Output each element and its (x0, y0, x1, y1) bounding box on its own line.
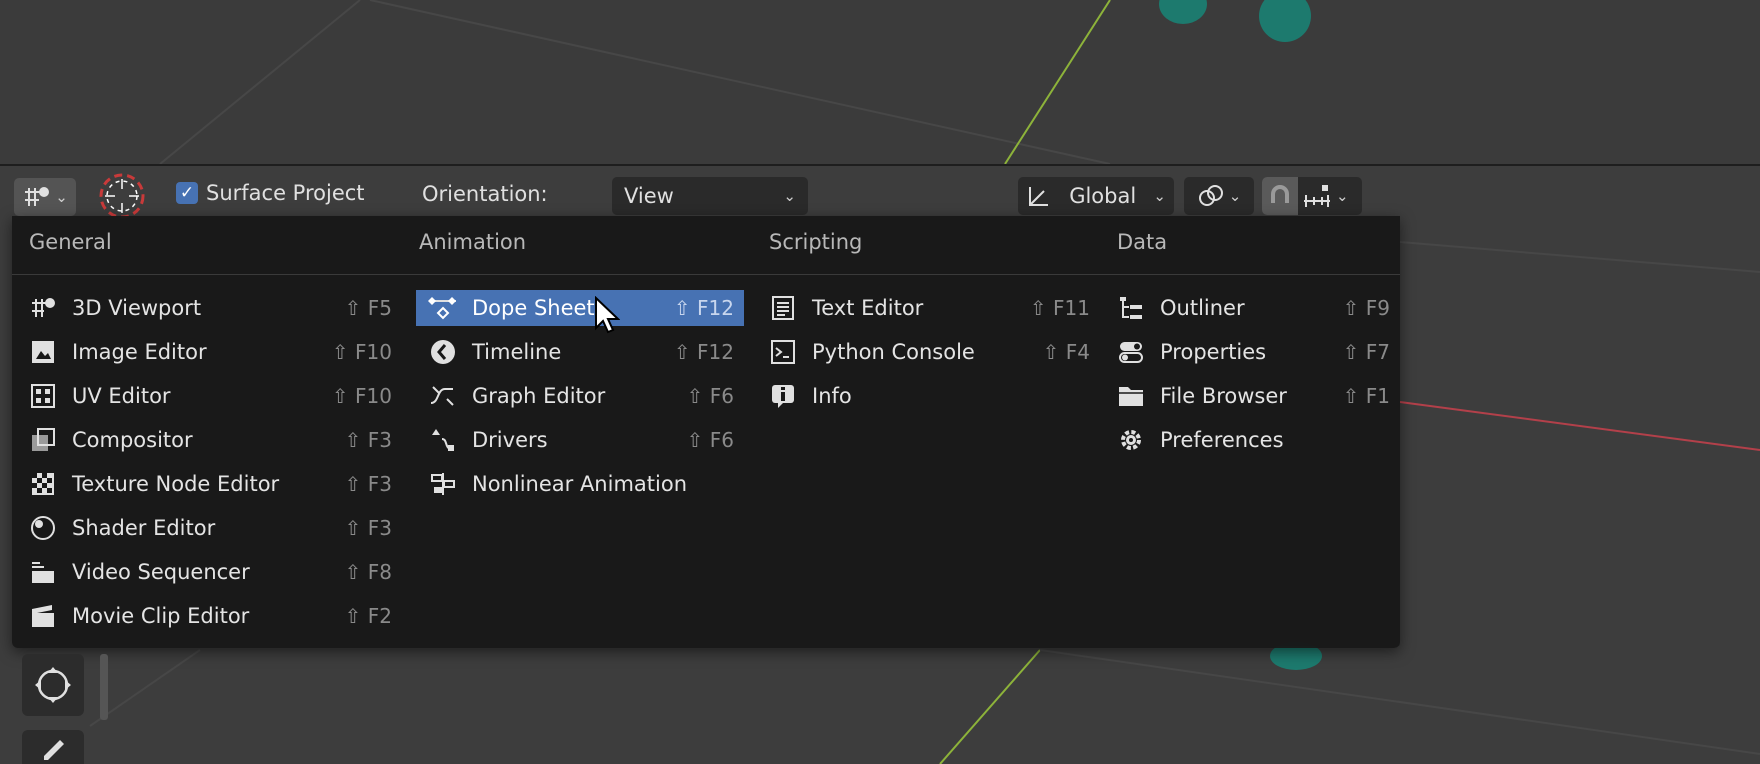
chevron-down-icon: ⌄ (1228, 187, 1242, 205)
column-heading: Data (1117, 230, 1168, 254)
menu-column-data: Data Outliner ⇧ F9 Properties ⇧ F7 File … (1100, 216, 1400, 452)
shader-editor-icon (28, 513, 58, 543)
viewport-3d-icon (28, 293, 58, 323)
chevron-down-icon: ⌄ (783, 187, 796, 205)
menu-item-dope-sheet[interactable]: Dope Sheet ⇧ F12 (416, 290, 744, 326)
drivers-icon (428, 425, 458, 455)
column-heading: Scripting (769, 230, 863, 254)
orientation-label: Orientation: (422, 182, 548, 206)
toolbar-scrollbar[interactable] (100, 654, 108, 720)
menu-item-info[interactable]: Info (752, 378, 1100, 414)
checkmark-icon: ✓ (176, 182, 198, 204)
transform-orientation-dropdown[interactable]: Global ⌄ (1018, 177, 1174, 215)
viewport-3d-icon (25, 187, 50, 206)
orientation-value: View (624, 184, 674, 208)
texture-node-icon (28, 469, 58, 499)
upper-3d-viewport[interactable] (0, 0, 1760, 166)
surface-project-label: Surface Project (206, 181, 365, 205)
nla-icon (428, 469, 458, 499)
transform-orientation-value: Global (1069, 184, 1137, 208)
timeline-icon (428, 337, 458, 367)
snap-controls[interactable]: ⌄ (1262, 177, 1362, 215)
video-sequencer-icon (28, 557, 58, 587)
menu-divider (12, 274, 1400, 275)
menu-item-file-browser[interactable]: File Browser ⇧ F1 (1100, 378, 1400, 414)
menu-column-scripting: Scripting Text Editor ⇧ F11 Python Conso… (752, 216, 1100, 408)
outliner-icon (1116, 293, 1146, 323)
movie-clip-icon (28, 601, 58, 631)
menu-item-uv-editor[interactable]: UV Editor ⇧ F10 (12, 378, 402, 414)
blender-window: ⌄ ✓ Surface Project Orientation: View ⌄ … (0, 0, 1760, 764)
upper-viewport-grid (159, 0, 1311, 164)
menu-item-3d-viewport[interactable]: 3D Viewport ⇧ F5 (12, 290, 402, 326)
pencil-icon (44, 740, 64, 760)
menu-item-text-editor[interactable]: Text Editor ⇧ F11 (752, 290, 1100, 326)
editor-type-menu: General 3D Viewport ⇧ F5 Image Editor ⇧ … (12, 216, 1400, 648)
graph-editor-icon (428, 381, 458, 411)
editor-type-button[interactable]: ⌄ (14, 178, 76, 216)
python-console-icon (768, 337, 798, 367)
chevron-down-icon: ⌄ (55, 188, 68, 206)
mouse-pointer-icon (595, 296, 620, 334)
menu-item-python-console[interactable]: Python Console ⇧ F4 (752, 334, 1100, 370)
menu-item-properties[interactable]: Properties ⇧ F7 (1100, 334, 1400, 370)
menu-column-animation: Animation Dope Sheet ⇧ F12 Timeline ⇧ F1… (402, 216, 752, 496)
bone-joint-shape (1159, 0, 1207, 24)
chevron-down-icon: ⌄ (1153, 187, 1166, 205)
annotate-tool-button[interactable] (22, 730, 84, 764)
uv-editor-icon (28, 381, 58, 411)
snap-increment-icon (1304, 185, 1330, 207)
menu-column-general: General 3D Viewport ⇧ F5 Image Editor ⇧ … (12, 216, 402, 628)
menu-item-movie-clip-editor[interactable]: Movie Clip Editor ⇧ F2 (12, 598, 402, 634)
axes-icon (1029, 187, 1048, 206)
properties-icon (1116, 337, 1146, 367)
pivot-point-dropdown[interactable]: ⌄ (1184, 177, 1254, 215)
file-browser-icon (1116, 381, 1146, 411)
column-heading: Animation (419, 230, 527, 254)
surface-project-toggle[interactable]: ✓ Surface Project (176, 181, 365, 205)
image-editor-icon (28, 337, 58, 367)
info-icon (768, 381, 798, 411)
menu-item-outliner[interactable]: Outliner ⇧ F9 (1100, 290, 1400, 326)
link-icon (1198, 185, 1223, 206)
cursor-3d-icon[interactable] (96, 170, 148, 222)
menu-item-preferences[interactable]: Preferences (1100, 422, 1400, 458)
preferences-icon (1116, 425, 1146, 455)
menu-item-nonlinear-animation[interactable]: Nonlinear Animation (416, 466, 744, 502)
text-editor-icon (768, 293, 798, 323)
menu-item-compositor[interactable]: Compositor ⇧ F3 (12, 422, 402, 458)
move-icon (35, 667, 71, 703)
menu-item-graph-editor[interactable]: Graph Editor ⇧ F6 (416, 378, 744, 414)
menu-item-image-editor[interactable]: Image Editor ⇧ F10 (12, 334, 402, 370)
chevron-down-icon: ⌄ (1336, 187, 1349, 205)
bone-joint-shape (1259, 0, 1311, 42)
menu-item-timeline[interactable]: Timeline ⇧ F12 (416, 334, 744, 370)
move-tool-button[interactable] (22, 654, 84, 716)
magnet-icon[interactable] (1262, 177, 1298, 215)
menu-item-drivers[interactable]: Drivers ⇧ F6 (416, 422, 744, 458)
menu-item-texture-node-editor[interactable]: Texture Node Editor ⇧ F3 (12, 466, 402, 502)
menu-item-shader-editor[interactable]: Shader Editor ⇧ F3 (12, 510, 402, 546)
column-heading: General (29, 230, 112, 254)
menu-item-video-sequencer[interactable]: Video Sequencer ⇧ F8 (12, 554, 402, 590)
orientation-dropdown[interactable]: View ⌄ (612, 177, 808, 215)
compositor-icon (28, 425, 58, 455)
dope-sheet-icon (428, 293, 458, 323)
